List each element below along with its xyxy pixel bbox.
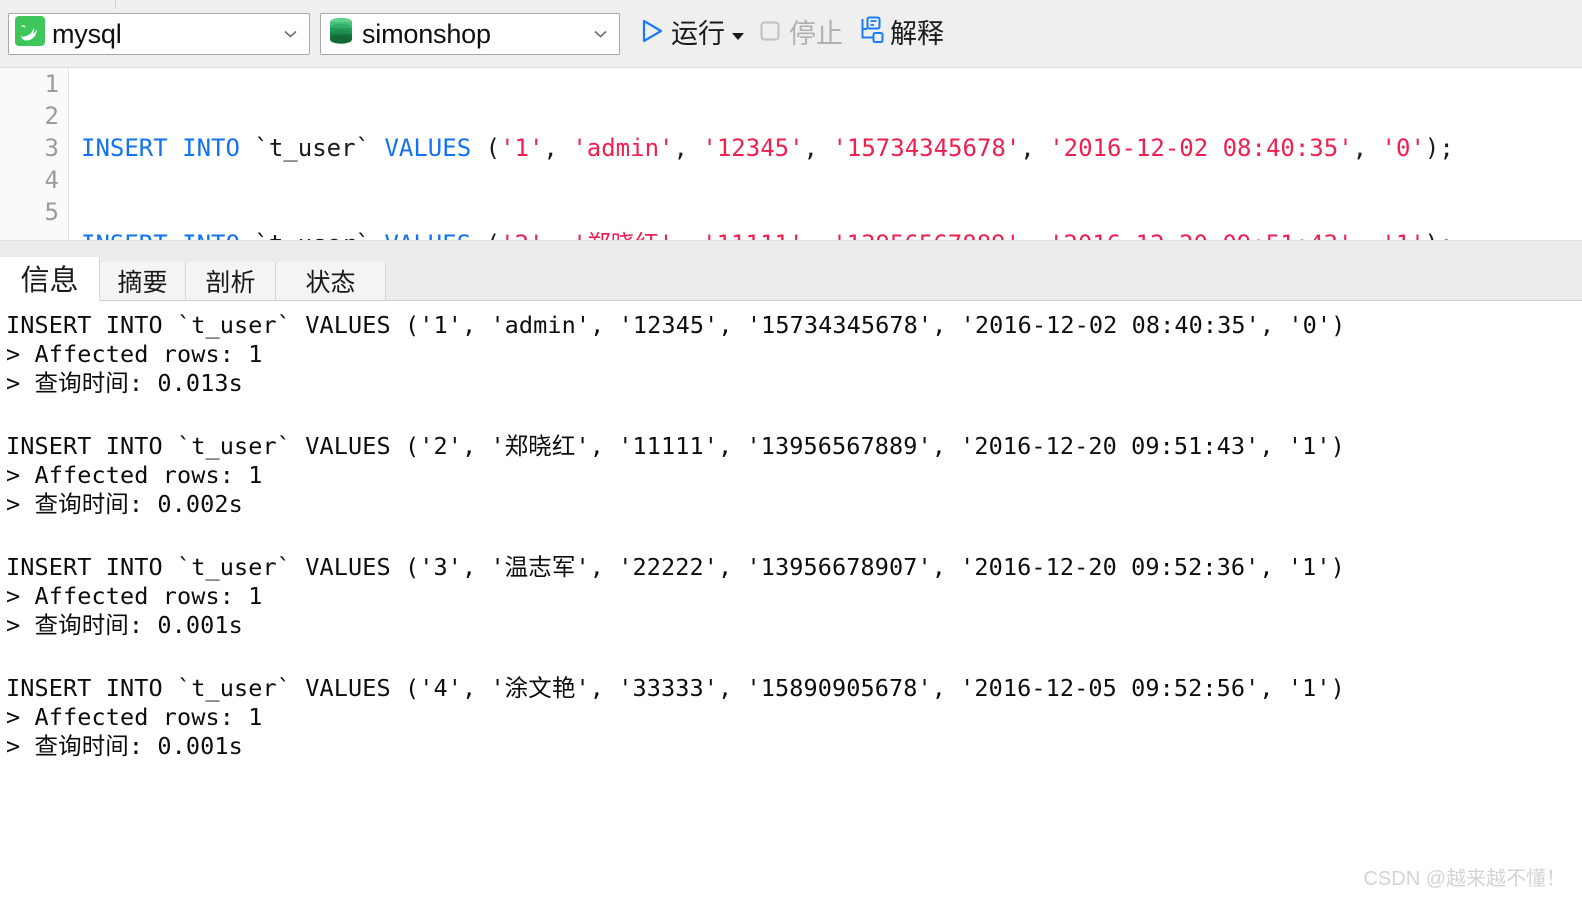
explain-tree-icon: [855, 15, 885, 52]
mysql-dolphin-icon: [15, 16, 45, 51]
result-affected-rows: > Affected rows: 1: [6, 582, 263, 610]
sql-identifier: `t_user`: [254, 134, 370, 162]
chevron-down-icon[interactable]: [594, 30, 607, 38]
sql-string: '15734345678': [832, 134, 1021, 162]
sql-string: 'admin': [572, 134, 674, 162]
result-query-time: > 查询时间: 0.013s: [6, 369, 243, 397]
result-affected-rows: > Affected rows: 1: [6, 461, 263, 489]
explain-label: 解释: [890, 18, 944, 49]
tab-label: 剖析: [205, 269, 256, 297]
result-affected-rows: > Affected rows: 1: [6, 703, 263, 731]
tab-status[interactable]: 状态: [276, 262, 386, 300]
toolbar: mysql simonshop 运行 停止 解释: [0, 0, 1582, 68]
sql-keyword: VALUES: [384, 230, 471, 240]
sql-line[interactable]: INSERT INTO `t_user` VALUES ('1', 'admin…: [81, 132, 1582, 164]
sql-string: '2': [500, 230, 543, 240]
sql-punct: (: [485, 134, 501, 162]
result-statement: INSERT INTO `t_user` VALUES ('3', '温志军',…: [6, 553, 1345, 581]
result-query-time: > 查询时间: 0.001s: [6, 732, 243, 760]
sql-code-area[interactable]: INSERT INTO `t_user` VALUES ('1', 'admin…: [69, 68, 1582, 240]
result-block: INSERT INTO `t_user` VALUES ('1', 'admin…: [0, 311, 1582, 398]
line-number: 3: [44, 134, 59, 162]
tab-label: 摘要: [117, 269, 168, 297]
sql-punct: );: [1425, 230, 1454, 240]
tab-info[interactable]: 信息: [0, 257, 100, 301]
line-number: 5: [44, 198, 59, 226]
explain-button[interactable]: 解释: [851, 12, 948, 56]
line-number: 1: [44, 70, 59, 98]
result-block: INSERT INTO `t_user` VALUES ('3', '温志军',…: [0, 553, 1582, 640]
stop-button[interactable]: 停止: [752, 12, 847, 56]
sql-string: '11111': [702, 230, 803, 240]
sql-string: '2016-12-02 08:40:35': [1049, 134, 1353, 162]
tabbar-filler: [386, 262, 1582, 300]
line-number: 4: [44, 166, 59, 194]
tab-label: 信息: [20, 265, 79, 297]
sql-punct: );: [1424, 134, 1454, 162]
database-value: simonshop: [362, 18, 491, 49]
sql-keyword: INSERT INTO: [81, 134, 240, 162]
csdn-watermark: CSDN @越来越不懂！: [1363, 868, 1566, 890]
database-select[interactable]: simonshop: [320, 12, 620, 55]
tab-profile[interactable]: 剖析: [186, 262, 276, 300]
result-block: INSERT INTO `t_user` VALUES ('4', '涂文艳',…: [0, 674, 1582, 761]
result-output-panel[interactable]: INSERT INTO `t_user` VALUES ('1', 'admin…: [0, 301, 1582, 903]
tab-label: 状态: [305, 269, 356, 297]
result-statement: INSERT INTO `t_user` VALUES ('2', '郑晓红',…: [6, 432, 1345, 460]
stop-label: 停止: [789, 18, 843, 49]
sql-identifier: `t_user`: [254, 230, 370, 240]
result-tabbar: 信息 摘要 剖析 状态: [0, 257, 1582, 301]
toolbar-divider: [115, 0, 116, 9]
sql-line[interactable]: INSERT INTO `t_user` VALUES ('2', '郑晓红',…: [81, 228, 1582, 240]
play-triangle-icon: [638, 16, 666, 51]
connection-select[interactable]: mysql: [8, 12, 310, 55]
result-statement: INSERT INTO `t_user` VALUES ('4', '涂文艳',…: [6, 674, 1345, 702]
sql-keyword: INSERT INTO: [81, 230, 240, 240]
sql-string: '1': [1381, 230, 1424, 240]
sql-string: '郑晓红': [572, 230, 673, 240]
result-affected-rows: > Affected rows: 1: [6, 340, 263, 368]
result-statement: INSERT INTO `t_user` VALUES ('1', 'admin…: [6, 311, 1346, 339]
sql-string: '1': [500, 134, 544, 162]
stop-square-icon: [756, 16, 784, 51]
sql-string: '13956567889': [832, 230, 1020, 240]
line-number-gutter: 1 2 3 4 5: [0, 68, 69, 240]
connection-value: mysql: [52, 18, 122, 49]
line-number: 2: [44, 102, 59, 130]
chevron-down-icon[interactable]: [284, 30, 297, 38]
sql-editor[interactable]: 1 2 3 4 5 INSERT INTO `t_user` VALUES ('…: [0, 68, 1582, 240]
run-label: 运行: [671, 18, 725, 49]
sql-string: '2016-12-20 09:51:43': [1049, 230, 1352, 240]
tab-summary[interactable]: 摘要: [100, 262, 186, 300]
database-cylinder-icon: [327, 16, 355, 51]
sql-punct: (: [486, 230, 500, 240]
result-query-time: > 查询时间: 0.001s: [6, 611, 243, 639]
editor-splitter[interactable]: [0, 240, 1582, 257]
result-block: INSERT INTO `t_user` VALUES ('2', '郑晓红',…: [0, 432, 1582, 519]
result-query-time: > 查询时间: 0.002s: [6, 490, 243, 518]
sql-string: '0': [1381, 134, 1425, 162]
caret-down-icon[interactable]: [732, 33, 744, 40]
sql-string: '12345': [702, 134, 804, 162]
sql-keyword: VALUES: [384, 134, 472, 162]
run-button[interactable]: 运行: [634, 12, 748, 56]
